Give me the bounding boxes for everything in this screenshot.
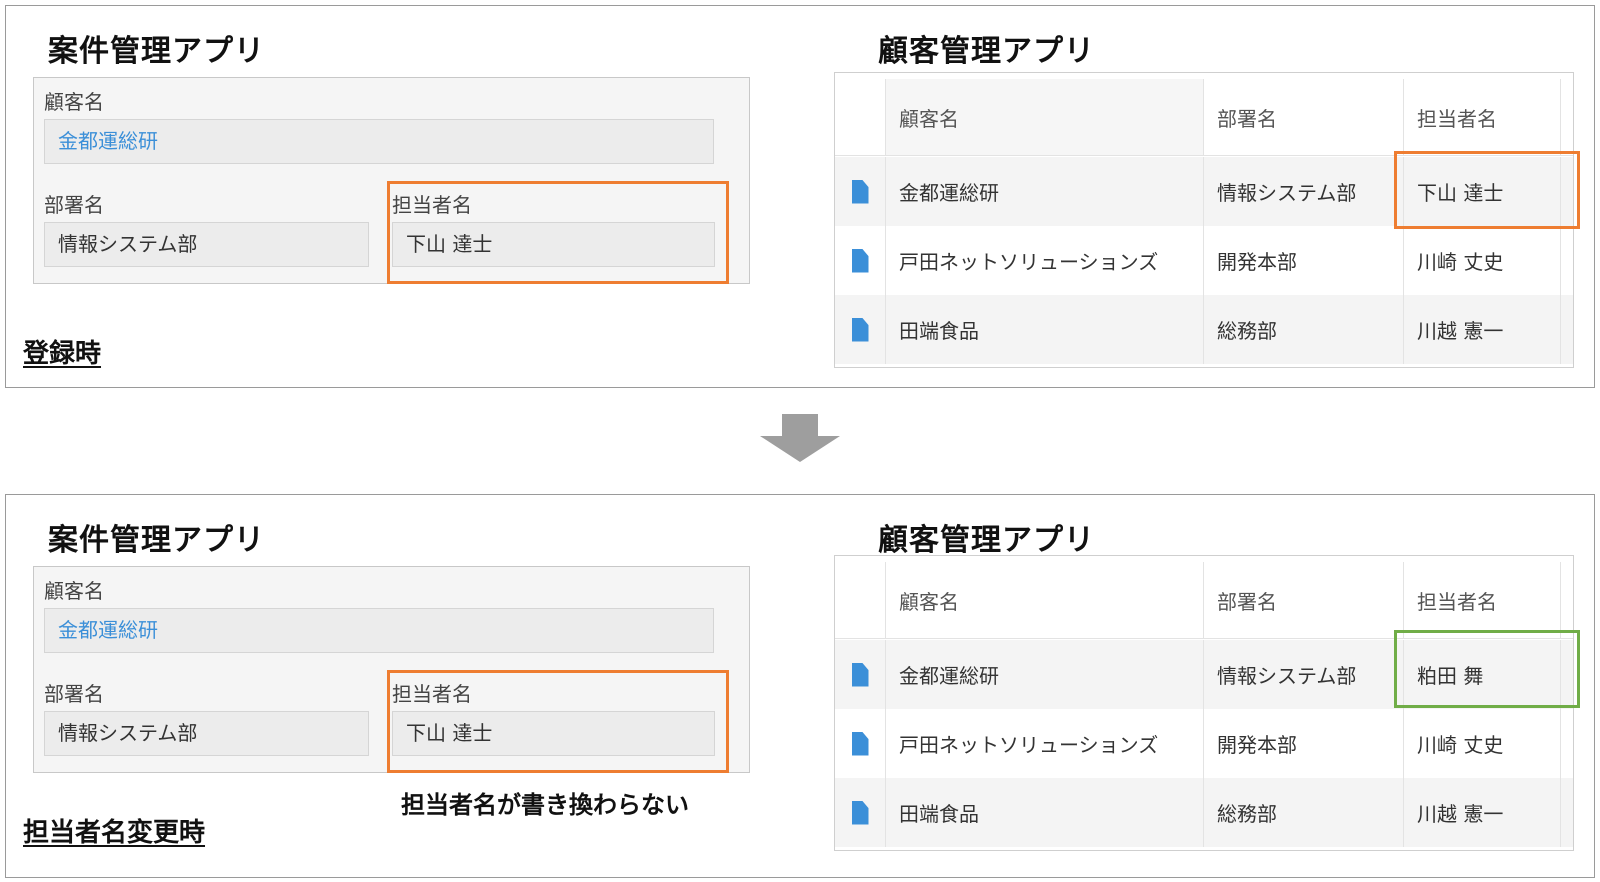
- table-row[interactable]: 田端食品 総務部 川越 憲一: [835, 295, 1573, 364]
- stage-label-person-change: 担当者名変更時: [23, 818, 206, 848]
- document-icon[interactable]: [851, 731, 869, 756]
- record-detail-link[interactable]: [835, 640, 885, 709]
- person-in-charge-field[interactable]: 下山 達士: [392, 711, 715, 756]
- project-app-title: 案件管理アプリ: [48, 523, 265, 558]
- not-updated-note: 担当者名が書き換わらない: [401, 791, 689, 819]
- customer-table: 顧客名 部署名 担当者名 金都運総研 情報システム部 下山 達士 戸田ネットソリ…: [834, 72, 1574, 368]
- customer-name-field[interactable]: 金都運総研: [44, 608, 714, 653]
- customer-app-title: 顧客管理アプリ: [878, 523, 1095, 558]
- cell-customer: 金都運総研: [885, 640, 1203, 709]
- document-icon[interactable]: [851, 800, 869, 825]
- project-record-form: 顧客名 金都運総研 部署名 情報システム部 担当者名 下山 達士: [33, 566, 750, 773]
- department-field[interactable]: 情報システム部: [44, 222, 369, 267]
- cell-department: 情報システム部: [1203, 640, 1403, 709]
- cell-customer: 田端食品: [885, 295, 1203, 364]
- table-row[interactable]: 戸田ネットソリューションズ 開発本部 川崎 丈史: [835, 226, 1573, 295]
- column-header-person[interactable]: 担当者名: [1403, 79, 1561, 155]
- person-in-charge-label: 担当者名: [392, 193, 472, 217]
- department-label: 部署名: [44, 682, 104, 706]
- document-icon[interactable]: [851, 179, 869, 204]
- cell-customer: 田端食品: [885, 778, 1203, 847]
- column-header-department[interactable]: 部署名: [1203, 562, 1403, 638]
- customer-name-label: 顧客名: [44, 90, 104, 114]
- cell-department: 情報システム部: [1203, 157, 1403, 226]
- table-header-row: 顧客名 部署名 担当者名: [835, 79, 1573, 156]
- table-row[interactable]: 田端食品 総務部 川越 憲一: [835, 778, 1573, 847]
- customer-table: 顧客名 部署名 担当者名 金都運総研 情報システム部 粕田 舞 戸田ネットソリュ…: [834, 555, 1574, 851]
- record-detail-link[interactable]: [835, 709, 885, 778]
- person-in-charge-field[interactable]: 下山 達士: [392, 222, 715, 267]
- record-detail-link[interactable]: [835, 778, 885, 847]
- project-app-title: 案件管理アプリ: [48, 34, 265, 69]
- document-icon[interactable]: [851, 248, 869, 273]
- cell-customer: 金都運総研: [885, 157, 1203, 226]
- column-header-customer[interactable]: 顧客名: [885, 79, 1203, 155]
- person-change-panel: 案件管理アプリ 顧客管理アプリ 顧客名 金都運総研 部署名 情報システム部 担当…: [5, 494, 1595, 878]
- icon-column-header: [835, 562, 885, 638]
- cell-person: 川崎 丈史: [1403, 709, 1561, 778]
- stage-label-registration: 登録時: [23, 339, 102, 369]
- down-arrow-icon: [760, 414, 840, 462]
- cell-person: 川越 憲一: [1403, 295, 1561, 364]
- record-detail-link[interactable]: [835, 157, 885, 226]
- column-header-customer[interactable]: 顧客名: [885, 562, 1203, 638]
- record-detail-link[interactable]: [835, 226, 885, 295]
- customer-app-title: 顧客管理アプリ: [878, 34, 1095, 69]
- customer-name-label: 顧客名: [44, 579, 104, 603]
- cell-person: 川崎 丈史: [1403, 226, 1561, 295]
- customer-name-field[interactable]: 金都運総研: [44, 119, 714, 164]
- table-row[interactable]: 金都運総研 情報システム部 粕田 舞: [835, 640, 1573, 709]
- cell-department: 開発本部: [1203, 709, 1403, 778]
- cell-person: 川越 憲一: [1403, 778, 1561, 847]
- column-header-department[interactable]: 部署名: [1203, 79, 1403, 155]
- cell-department: 開発本部: [1203, 226, 1403, 295]
- cell-person: 粕田 舞: [1403, 640, 1561, 709]
- cell-department: 総務部: [1203, 778, 1403, 847]
- department-field[interactable]: 情報システム部: [44, 711, 369, 756]
- cell-customer: 戸田ネットソリューションズ: [885, 709, 1203, 778]
- registration-panel: 案件管理アプリ 顧客管理アプリ 顧客名 金都運総研 部署名 情報システム部 担当…: [5, 5, 1595, 388]
- cell-customer: 戸田ネットソリューションズ: [885, 226, 1203, 295]
- icon-column-header: [835, 79, 885, 155]
- department-label: 部署名: [44, 193, 104, 217]
- person-in-charge-label: 担当者名: [392, 682, 472, 706]
- document-icon[interactable]: [851, 662, 869, 687]
- cell-department: 総務部: [1203, 295, 1403, 364]
- table-row[interactable]: 戸田ネットソリューションズ 開発本部 川崎 丈史: [835, 709, 1573, 778]
- column-header-person[interactable]: 担当者名: [1403, 562, 1561, 638]
- record-detail-link[interactable]: [835, 295, 885, 364]
- table-header-row: 顧客名 部署名 担当者名: [835, 562, 1573, 639]
- document-icon[interactable]: [851, 317, 869, 342]
- cell-person: 下山 達士: [1403, 157, 1561, 226]
- project-record-form: 顧客名 金都運総研 部署名 情報システム部 担当者名 下山 達士: [33, 77, 750, 284]
- table-row[interactable]: 金都運総研 情報システム部 下山 達士: [835, 157, 1573, 226]
